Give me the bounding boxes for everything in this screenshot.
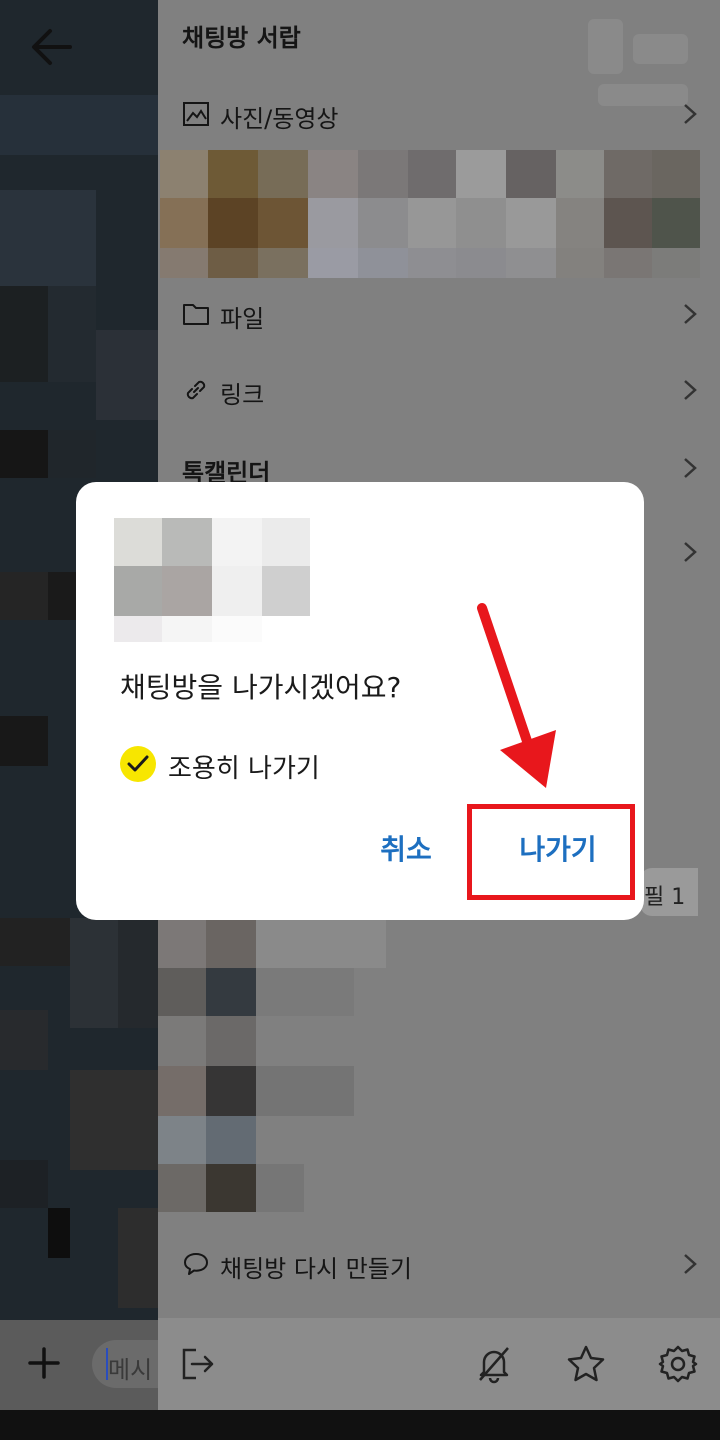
chevron-right-icon bbox=[682, 456, 698, 480]
quiet-leave-option[interactable]: 조용히 나가기 bbox=[118, 744, 418, 784]
chevron-right-icon bbox=[682, 302, 698, 326]
system-navigation-bar bbox=[0, 1410, 720, 1440]
chat-header bbox=[0, 0, 158, 95]
drawer-row-recreate-chat[interactable]: 채팅방 다시 만들기 bbox=[158, 1236, 720, 1292]
exit-icon[interactable] bbox=[178, 1344, 218, 1384]
chevron-right-icon bbox=[682, 540, 698, 564]
bell-off-icon[interactable] bbox=[474, 1344, 514, 1384]
image-icon bbox=[182, 100, 210, 128]
chevron-right-icon bbox=[682, 1252, 698, 1276]
drawer-bottom-toolbar bbox=[158, 1318, 720, 1410]
cancel-button[interactable]: 취소 bbox=[376, 818, 436, 878]
profile-count-badge[interactable]: 필 1 bbox=[640, 868, 698, 916]
plus-icon[interactable] bbox=[26, 1345, 62, 1381]
drawer-row-link[interactable]: 링크 bbox=[158, 362, 720, 418]
drawer-row-recreate-label: 채팅방 다시 만들기 bbox=[220, 1255, 412, 1283]
drawer-row-file-label: 파일 bbox=[220, 305, 265, 333]
check-icon[interactable] bbox=[120, 746, 156, 782]
member-list-avatars bbox=[158, 918, 398, 1228]
profile-count-label: 필 1 bbox=[644, 885, 686, 910]
drawer-title: 채팅방 서랍 bbox=[182, 24, 301, 52]
chevron-right-icon bbox=[682, 102, 698, 126]
drawer-row-file[interactable]: 파일 bbox=[158, 286, 720, 342]
link-icon bbox=[182, 376, 210, 404]
back-arrow-icon[interactable] bbox=[30, 27, 74, 67]
dialog-message: 채팅방을 나가시겠어요? bbox=[120, 671, 402, 704]
drawer-row-media-label: 사진/동영상 bbox=[220, 105, 339, 133]
drawer-row-media[interactable]: 사진/동영상 bbox=[158, 86, 720, 142]
chevron-right-icon bbox=[682, 378, 698, 402]
drawer-row-link-label: 링크 bbox=[220, 381, 265, 409]
message-input[interactable]: 메시 bbox=[92, 1340, 158, 1388]
speech-bubble-icon bbox=[182, 1250, 210, 1278]
gear-icon[interactable] bbox=[658, 1344, 698, 1384]
annotation-highlight-box bbox=[467, 804, 635, 900]
quiet-leave-label: 조용히 나가기 bbox=[168, 754, 320, 784]
folder-icon bbox=[182, 300, 210, 328]
annotation-arrow-icon bbox=[477, 603, 556, 788]
star-icon[interactable] bbox=[566, 1344, 606, 1384]
media-thumbnail-strip[interactable] bbox=[160, 150, 700, 278]
message-input-placeholder: 메시 bbox=[108, 1356, 153, 1384]
chat-room-thumbnail bbox=[114, 518, 310, 642]
